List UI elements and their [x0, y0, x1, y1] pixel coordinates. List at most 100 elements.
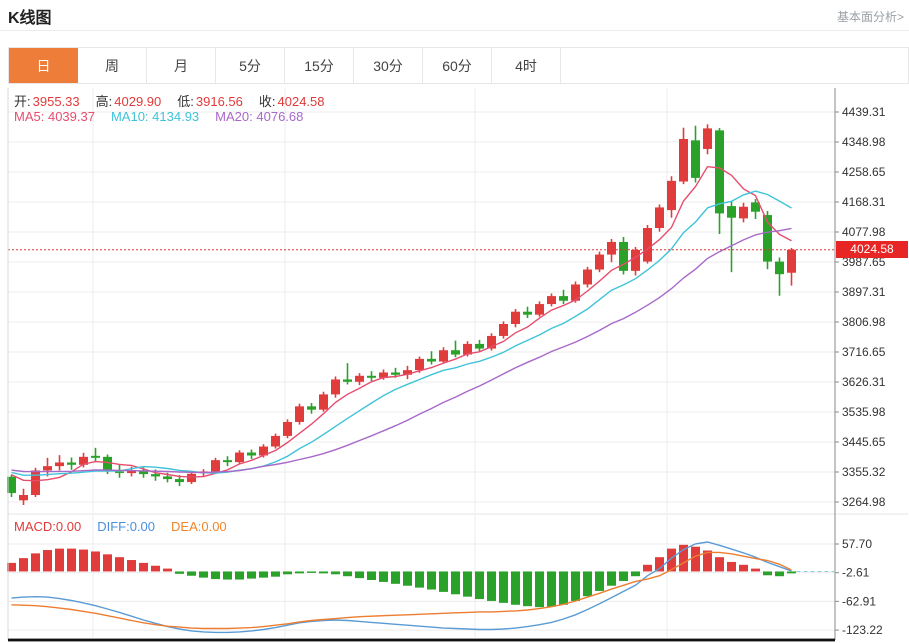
x-axis-line — [8, 638, 835, 642]
macd-hist-bar — [247, 571, 256, 579]
macd-hist-bar — [19, 558, 28, 572]
macd-hist-bar — [739, 564, 748, 572]
macd-hist-bar — [139, 562, 148, 572]
candle-body — [715, 130, 724, 214]
candle-body — [43, 466, 52, 471]
candle-body — [787, 249, 796, 273]
macd-readout: MACD:0.00 DIFF:0.00 DEA:0.00 — [14, 519, 227, 534]
candle-body — [607, 241, 616, 255]
candle-body — [451, 350, 460, 355]
candle-body — [559, 296, 568, 301]
macd-hist-bar — [79, 549, 88, 572]
macd-hist-bar — [643, 564, 652, 572]
macd-hist-bar — [103, 554, 112, 572]
candle-body — [547, 296, 556, 305]
macd-hist-bar — [619, 571, 628, 581]
y-tick-label: 3535.98 — [842, 405, 886, 419]
macd-hist-bar — [67, 548, 76, 572]
candle-body — [415, 358, 424, 371]
macd-hist-bar — [343, 571, 352, 577]
macd-hist-bar — [535, 571, 544, 608]
macd-hist-bar — [355, 571, 364, 579]
y-tick-label: 4348.98 — [842, 135, 886, 149]
macd-hist-bar — [691, 546, 700, 572]
ma20-readout: MA20: 4076.68 — [215, 109, 304, 124]
macd-hist-bar — [451, 571, 460, 595]
macd-hist-bar — [415, 571, 424, 588]
y-tick-label: 3897.31 — [842, 285, 886, 299]
candle-body — [151, 474, 160, 477]
macd-hist-bar — [547, 571, 556, 607]
macd-hist-bar — [151, 565, 160, 572]
candle-body — [115, 471, 124, 473]
macd-hist-bar — [295, 571, 304, 574]
macd-hist-bar — [727, 561, 736, 572]
macd-hist-bar — [511, 571, 520, 605]
candle-body — [67, 462, 76, 465]
ma10-readout: MA10: 4134.93 — [110, 109, 200, 124]
ma-readout: MA5: 4039.37 MA10: 4134.93 MA20: 4076.68 — [14, 109, 303, 124]
macd-hist-bar — [595, 571, 604, 591]
candle-body — [595, 254, 604, 270]
candle-body — [535, 304, 544, 315]
ma5-line — [11, 165, 792, 482]
macd-hist-bar — [115, 557, 124, 572]
macd-hist-bar — [607, 571, 616, 586]
macd-hist-bar — [715, 557, 724, 572]
candle-body — [55, 462, 64, 467]
candle-body — [475, 343, 484, 349]
candle-body — [295, 406, 304, 422]
macd-hist-bar — [211, 571, 220, 580]
macd-hist-bar — [319, 571, 328, 574]
candle-body — [439, 350, 448, 362]
candle-body — [211, 460, 220, 472]
candle-body — [343, 379, 352, 382]
macd-value-readout: MACD:0.00 — [14, 519, 82, 534]
macd-hist-bar — [571, 571, 580, 601]
macd-hist-bar — [235, 571, 244, 580]
macd-hist-bar — [583, 571, 592, 597]
macd-hist-bar — [763, 571, 772, 576]
macd-hist-bar — [271, 571, 280, 577]
candle-body — [235, 452, 244, 463]
macd-hist-bar — [331, 571, 340, 575]
ma5-readout: MA5: 4039.37 — [14, 109, 95, 124]
macd-hist-bar — [259, 571, 268, 578]
ohlc-readout: 开: 3955.33 高: 4029.90 低: 3916.56 收: 4024.58 — [14, 91, 325, 110]
y-tick-label: -123.22 — [842, 623, 883, 637]
ma20-line — [11, 227, 792, 474]
candle-body — [655, 207, 664, 229]
macd-hist-bar — [379, 571, 388, 582]
macd-hist-bar — [391, 571, 400, 584]
macd-hist-bar — [31, 553, 40, 572]
candle-body — [391, 372, 400, 375]
macd-hist-bar — [427, 571, 436, 590]
candle-body — [91, 455, 100, 458]
macd-hist-bar — [787, 571, 796, 574]
macd-hist-bar — [487, 571, 496, 601]
low-readout: 低: 3916.56 — [177, 94, 243, 109]
macd-hist-bar — [127, 560, 136, 572]
macd-hist-bar — [751, 568, 760, 572]
candle-body — [739, 206, 748, 219]
candle-body — [307, 406, 316, 410]
y-tick-label: 3264.98 — [842, 495, 886, 509]
candle-body — [271, 435, 280, 447]
macd-hist-bar — [559, 571, 568, 605]
candle-body — [511, 311, 520, 324]
macd-hist-bar — [187, 571, 196, 576]
candle-body — [499, 323, 508, 336]
candle-body — [427, 358, 436, 362]
macd-hist-bar — [523, 571, 532, 607]
candle-body — [367, 375, 376, 378]
macd-hist-bar — [439, 571, 448, 592]
y-tick-label: 4077.98 — [842, 225, 886, 239]
ma10-line — [11, 190, 792, 476]
candle-body — [631, 249, 640, 271]
candle-body — [355, 375, 364, 382]
y-tick-label: 57.70 — [842, 537, 872, 551]
y-tick-label: 4168.31 — [842, 195, 886, 209]
candle-body — [31, 470, 40, 496]
y-tick-label: 3626.31 — [842, 375, 886, 389]
candle-body — [643, 228, 652, 262]
